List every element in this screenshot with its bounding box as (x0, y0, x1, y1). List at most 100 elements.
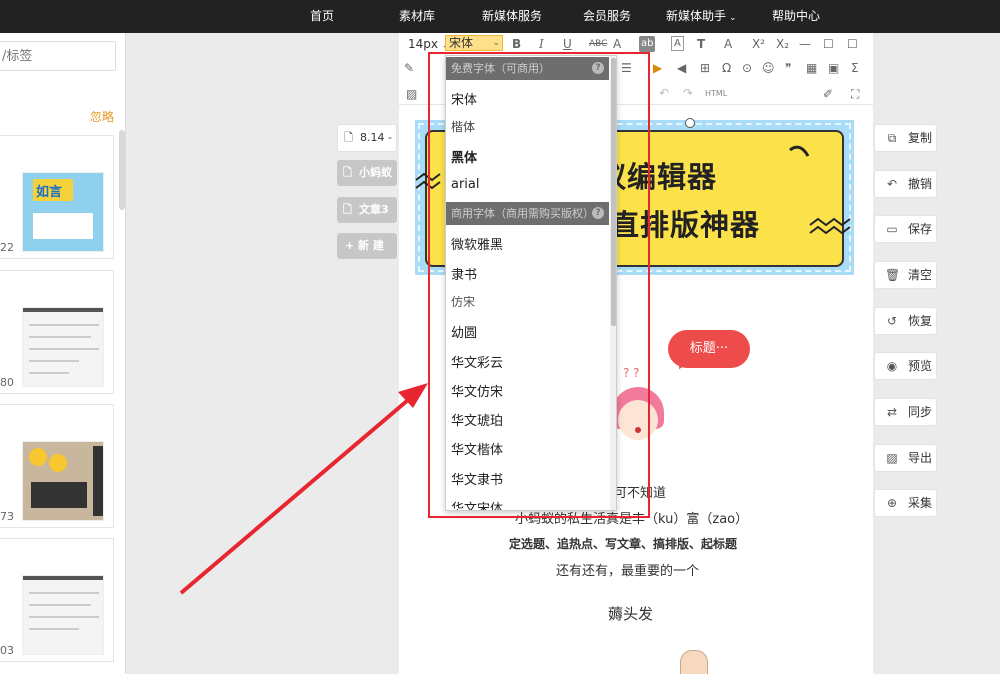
ignore-link[interactable]: 忽略 (90, 108, 114, 125)
action-label: 复制 (908, 131, 933, 145)
redo-icon[interactable]: ↷ (683, 85, 693, 101)
emoji-icon[interactable]: ☺ (762, 60, 775, 76)
sidebar-scrollbar[interactable] (119, 130, 125, 210)
action-label: 撤销 (908, 177, 933, 191)
font-family-value: 宋体 (449, 36, 474, 50)
fullscreen-icon[interactable]: ⛶ (851, 86, 859, 102)
thumb-block (31, 482, 87, 508)
nav-membership[interactable]: 会员服务 (583, 0, 631, 33)
quote-icon[interactable]: ❞ (785, 60, 791, 76)
material-card[interactable]: 03 (0, 538, 114, 662)
doc-item[interactable]: 🗋 小蚂蚁 (337, 160, 397, 186)
action-label: 预览 (908, 359, 933, 373)
clear-button[interactable]: 🗑 清空 (874, 261, 937, 289)
poster-text: 如言 (36, 185, 63, 200)
material-thumbnail (22, 441, 104, 521)
external-link-icon[interactable]: ☐ (847, 36, 858, 52)
text-size-button[interactable]: A (724, 36, 732, 52)
nav-help[interactable]: 帮助中心 (772, 0, 820, 33)
copy-button[interactable]: ⧉ 复制 (874, 124, 937, 152)
doc-item[interactable]: 🗋 文章3 (337, 197, 397, 223)
action-label: 采集 (908, 496, 933, 510)
horizontal-rule-icon[interactable]: — (799, 36, 811, 52)
action-label: 导出 (908, 451, 933, 465)
nav-home[interactable]: 首页 (310, 0, 334, 33)
arrow-shaft (179, 398, 410, 595)
undo-button[interactable]: ↶ 撤销 (874, 170, 937, 198)
material-thumbnail (22, 307, 104, 387)
eye-icon: ◉ (886, 359, 898, 373)
material-count: 80 (0, 376, 14, 389)
bold-button[interactable]: B (512, 36, 521, 52)
thumb-line (29, 348, 99, 350)
font-color-button[interactable]: A (613, 36, 621, 52)
new-doc-button[interactable]: + 新 建 (337, 233, 397, 259)
export-image-icon: ▨ (886, 451, 898, 465)
image-float-icon[interactable]: ⊞ (700, 60, 710, 76)
blank-page-icon[interactable]: ☐ (823, 36, 834, 52)
font-family-select[interactable]: 宋体 ⌄ (445, 35, 503, 51)
format-icon[interactable]: ✐ (823, 86, 833, 102)
material-count: 73 (0, 510, 14, 523)
text-style-button[interactable]: T (697, 36, 705, 52)
body-heading: 薅头发 (608, 605, 654, 623)
save-button[interactable]: ▭ 保存 (874, 215, 937, 243)
body-text: 还有还有，最重要的一个 (556, 564, 700, 579)
collect-button[interactable]: ⊕ 采集 (874, 489, 937, 517)
thumb-line (93, 446, 103, 516)
table-icon[interactable]: ▦ (806, 60, 817, 76)
doc-title: 小蚂蚁 (359, 166, 392, 179)
tag-search-input[interactable] (0, 41, 116, 71)
highlight-button[interactable]: ab (639, 36, 656, 52)
text-border-button[interactable]: A (671, 36, 684, 51)
doc-item-active[interactable]: 🗋 8.14 - (337, 124, 397, 152)
material-thumbnail (22, 575, 104, 655)
insert-image-icon[interactable]: ▨ (406, 86, 417, 102)
thumb-line (29, 592, 99, 594)
thumb-line (29, 616, 99, 618)
export-button[interactable]: ▨ 导出 (874, 444, 937, 472)
top-nav: 首页 素材库 新媒体服务 会员服务 新媒体助手 ⌄ 帮助中心 (0, 0, 1000, 33)
image-icon[interactable]: ▣ (828, 60, 839, 76)
action-label: 保存 (908, 222, 933, 236)
sync-button[interactable]: ⇄ 同步 (874, 398, 937, 426)
material-card[interactable]: 80 (0, 270, 114, 394)
save-icon: ▭ (886, 222, 898, 236)
rotate-handle[interactable] (685, 118, 695, 128)
superscript-button[interactable]: X² (752, 36, 765, 52)
action-label: 同步 (908, 405, 933, 419)
html-source-button[interactable]: HTML (705, 86, 727, 102)
document-icon: 🗋 (343, 166, 352, 179)
special-char-icon[interactable]: Ω (722, 60, 731, 76)
restore-icon: ↺ (886, 314, 898, 328)
nav-media-assistant[interactable]: 新媒体助手 ⌄ (666, 0, 737, 33)
thumb-line (29, 360, 79, 362)
direction-ltr-icon[interactable]: ▶ (653, 60, 662, 76)
strikethrough-button[interactable]: ABC (589, 36, 607, 52)
annotation-highlight-box (428, 52, 650, 518)
sum-icon[interactable]: Σ (851, 60, 859, 76)
undo-icon[interactable]: ↶ (659, 85, 669, 101)
thumb-line (29, 324, 99, 326)
subscript-button[interactable]: X₂ (776, 36, 789, 52)
nav-media-assistant-label: 新媒体助手 (666, 9, 727, 23)
material-card[interactable]: 如言 22 (0, 135, 114, 259)
poster-block (33, 213, 93, 239)
direction-rtl-icon[interactable]: ◀ (677, 60, 686, 76)
italic-button[interactable]: I (539, 36, 544, 52)
collect-search-icon: ⊕ (886, 496, 898, 510)
material-card[interactable]: 73 (0, 404, 114, 528)
preview-button[interactable]: ◉ 预览 (874, 352, 937, 380)
nav-media-service[interactable]: 新媒体服务 (482, 0, 542, 33)
search-icon[interactable]: ⊙ (742, 60, 752, 76)
chevron-down-icon: ⌄ (492, 38, 500, 48)
nav-library[interactable]: 素材库 (399, 0, 435, 33)
body-text: 定选题、追热点、写文章、搞排版、起标题 (509, 537, 738, 551)
sync-icon: ⇄ (886, 405, 898, 419)
copy-icon: ⧉ (887, 131, 897, 145)
underline-button[interactable]: U (563, 36, 572, 52)
trash-icon: 🗑 (885, 268, 901, 282)
restore-button[interactable]: ↺ 恢复 (874, 307, 937, 335)
thumb-line (29, 628, 79, 630)
eraser-icon[interactable]: ✎ (404, 60, 414, 76)
